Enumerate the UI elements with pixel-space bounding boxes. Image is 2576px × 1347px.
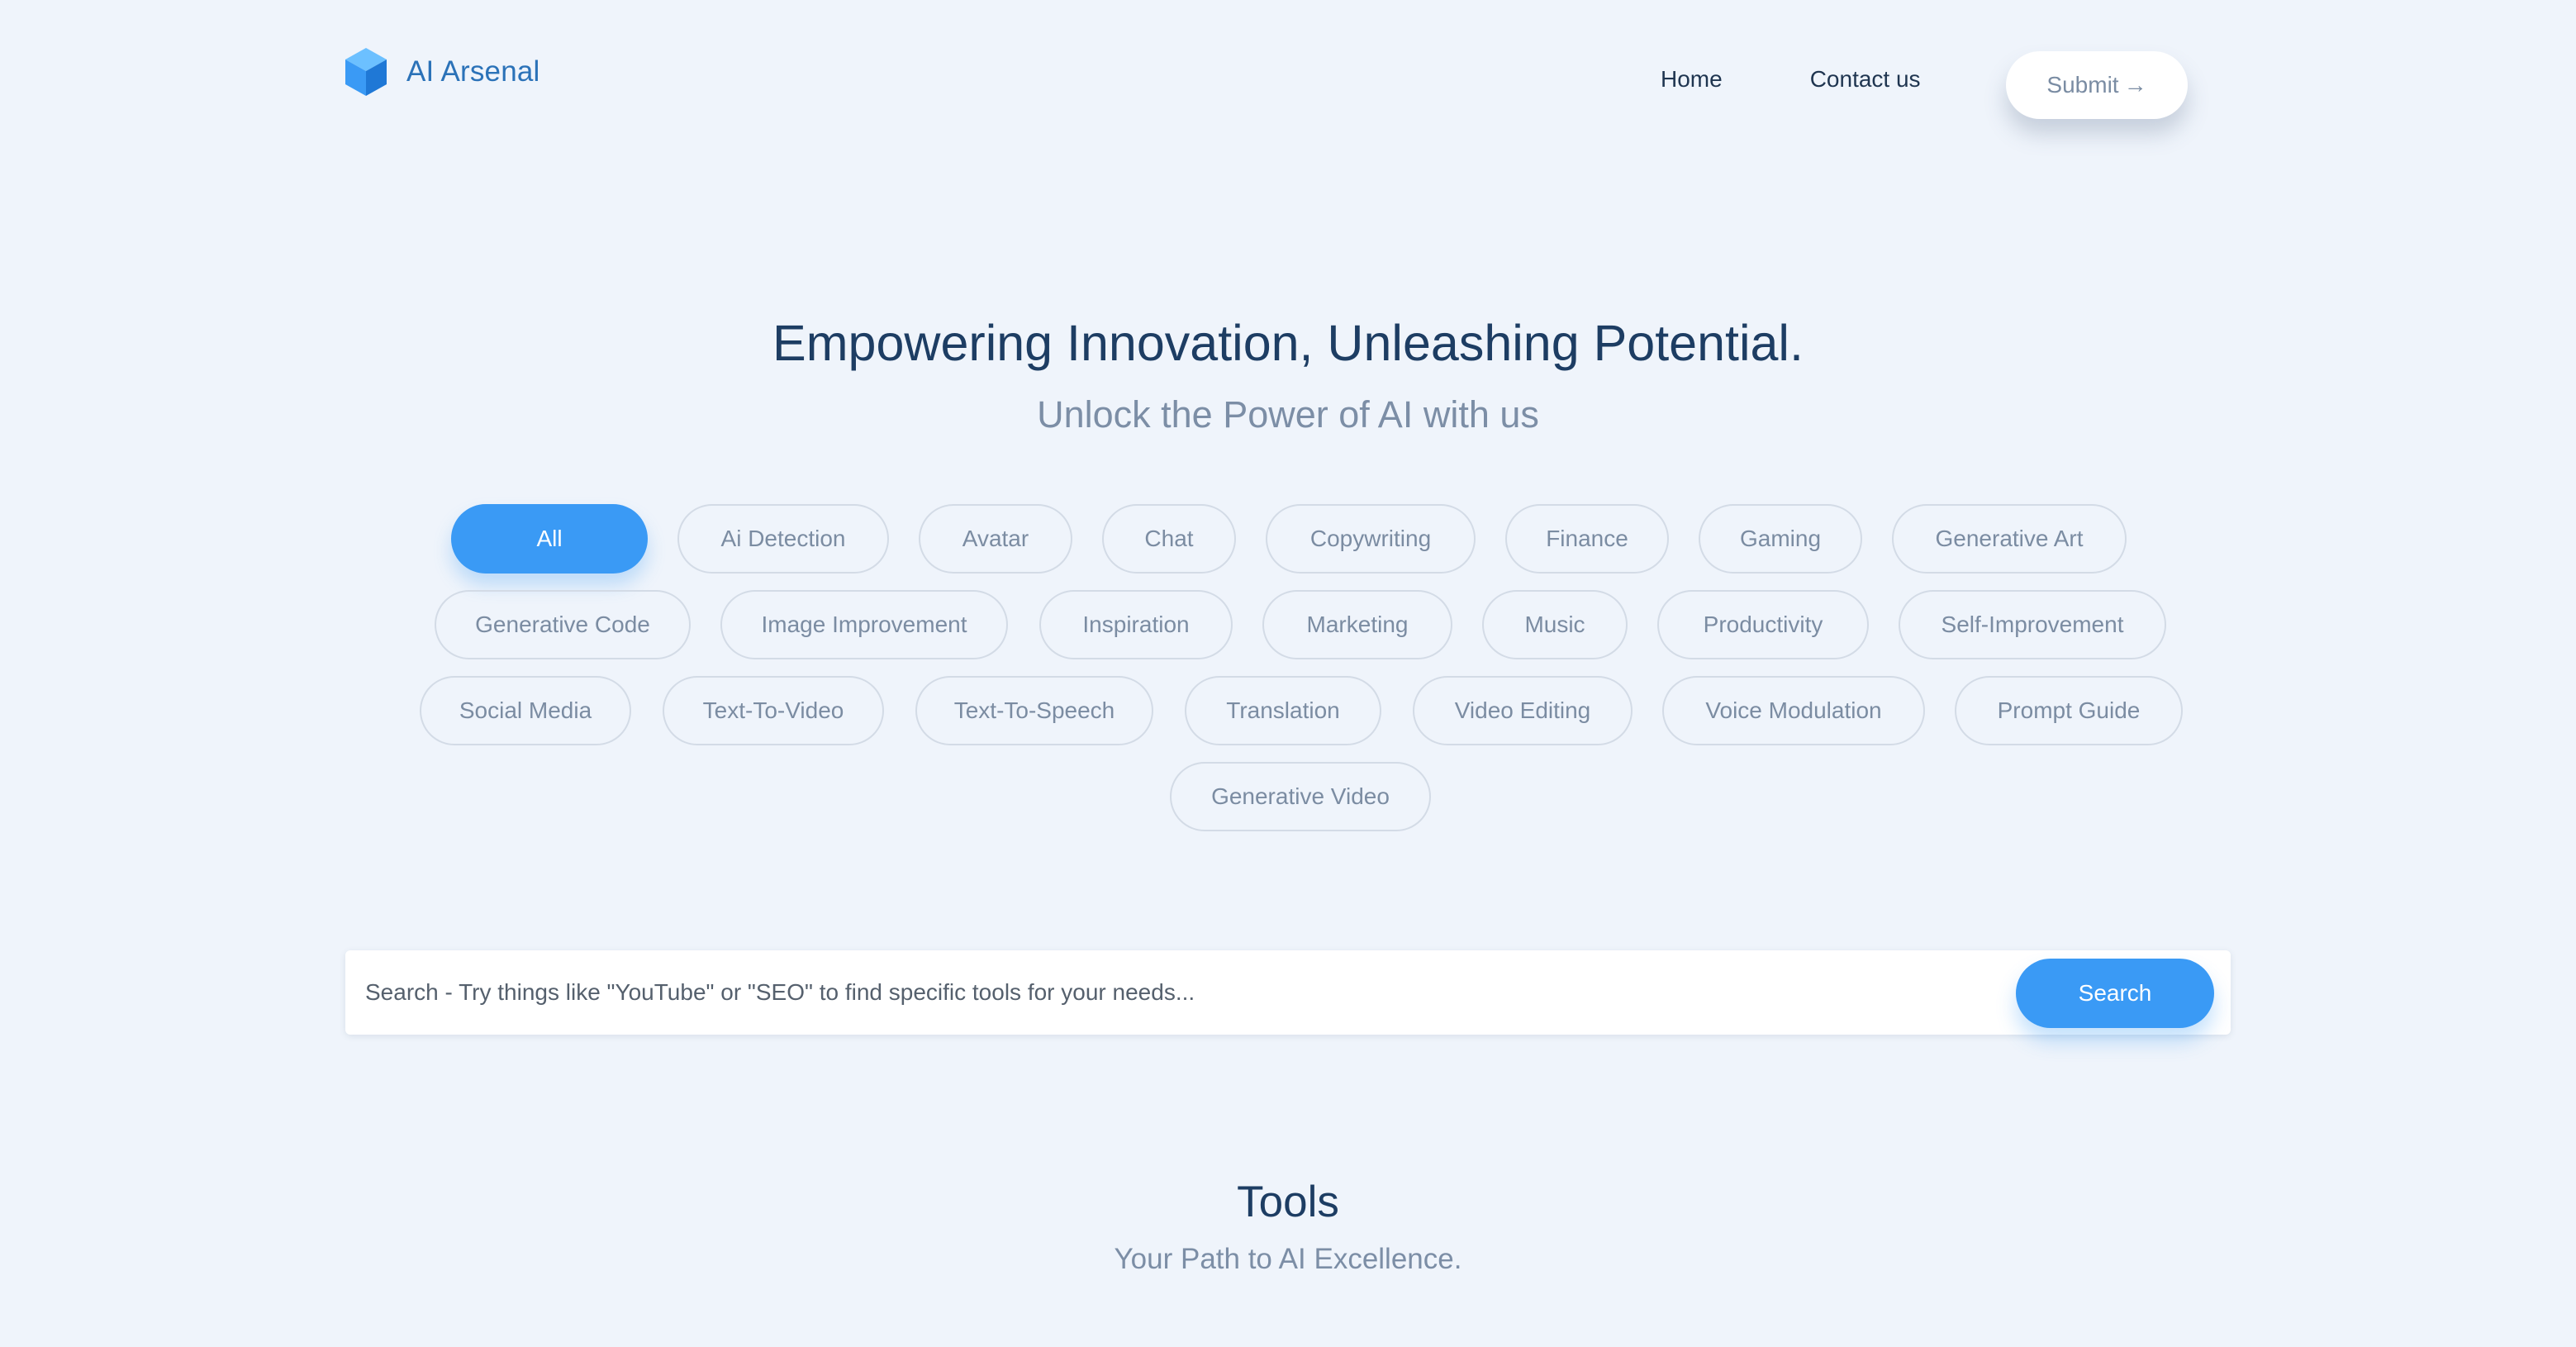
category-pill-all[interactable]: All <box>451 504 648 574</box>
category-pill-generative-code[interactable]: Generative Code <box>435 590 691 659</box>
category-pill-voice-modulation[interactable]: Voice Modulation <box>1662 676 1925 745</box>
category-pill-generative-art[interactable]: Generative Art <box>1892 504 2127 574</box>
category-pill-copywriting[interactable]: Copywriting <box>1266 504 1476 574</box>
category-pill-text-to-video[interactable]: Text-To-Video <box>663 676 884 745</box>
brand-name: AI Arsenal <box>406 55 540 88</box>
category-pill-marketing[interactable]: Marketing <box>1262 590 1452 659</box>
category-pill-translation[interactable]: Translation <box>1185 676 1381 745</box>
category-pill-video-editing[interactable]: Video Editing <box>1413 676 1633 745</box>
category-pill-image-improvement[interactable]: Image Improvement <box>720 590 1008 659</box>
category-pill-prompt-guide[interactable]: Prompt Guide <box>1955 676 2183 745</box>
tools-section-title: Tools <box>1237 1178 1339 1226</box>
category-pill-productivity[interactable]: Productivity <box>1657 590 1869 659</box>
top-nav: AI Arsenal Home Contact us Submit → <box>0 0 2576 149</box>
category-pill-inspiration[interactable]: Inspiration <box>1039 590 1233 659</box>
category-pill-avatar[interactable]: Avatar <box>919 504 1072 574</box>
arrow-right-icon: → <box>2123 72 2147 98</box>
hero-subtitle: Unlock the Power of AI with us <box>1037 393 1539 436</box>
submit-button[interactable]: Submit → <box>2006 51 2188 119</box>
nav-link-home[interactable]: Home <box>1661 66 1723 93</box>
tools-section-subtitle: Your Path to AI Excellence. <box>1114 1243 1462 1275</box>
search-button[interactable]: Search <box>2016 959 2214 1028</box>
category-pill-generative-video[interactable]: Generative Video <box>1170 762 1431 831</box>
category-pill-gaming[interactable]: Gaming <box>1699 504 1862 574</box>
nav-links: Home Contact us <box>1661 66 1921 93</box>
brand[interactable]: AI Arsenal <box>344 46 540 98</box>
cube-icon <box>345 48 387 96</box>
category-pill-social-media[interactable]: Social Media <box>420 676 631 745</box>
category-pill-text-to-speech[interactable]: Text-To-Speech <box>915 676 1153 745</box>
category-pill-ai-detection[interactable]: Ai Detection <box>677 504 889 574</box>
category-pill-finance[interactable]: Finance <box>1505 504 1669 574</box>
category-pill-music[interactable]: Music <box>1482 590 1628 659</box>
category-pill-chat[interactable]: Chat <box>1102 504 1236 574</box>
nav-link-contact[interactable]: Contact us <box>1810 66 1921 93</box>
search-bar <box>345 950 2331 1035</box>
category-pill-self-improvement[interactable]: Self-Improvement <box>1899 590 2166 659</box>
submit-button-label: Submit <box>2046 72 2119 98</box>
hero-title: Empowering Innovation, Unleashing Potent… <box>772 315 1804 371</box>
